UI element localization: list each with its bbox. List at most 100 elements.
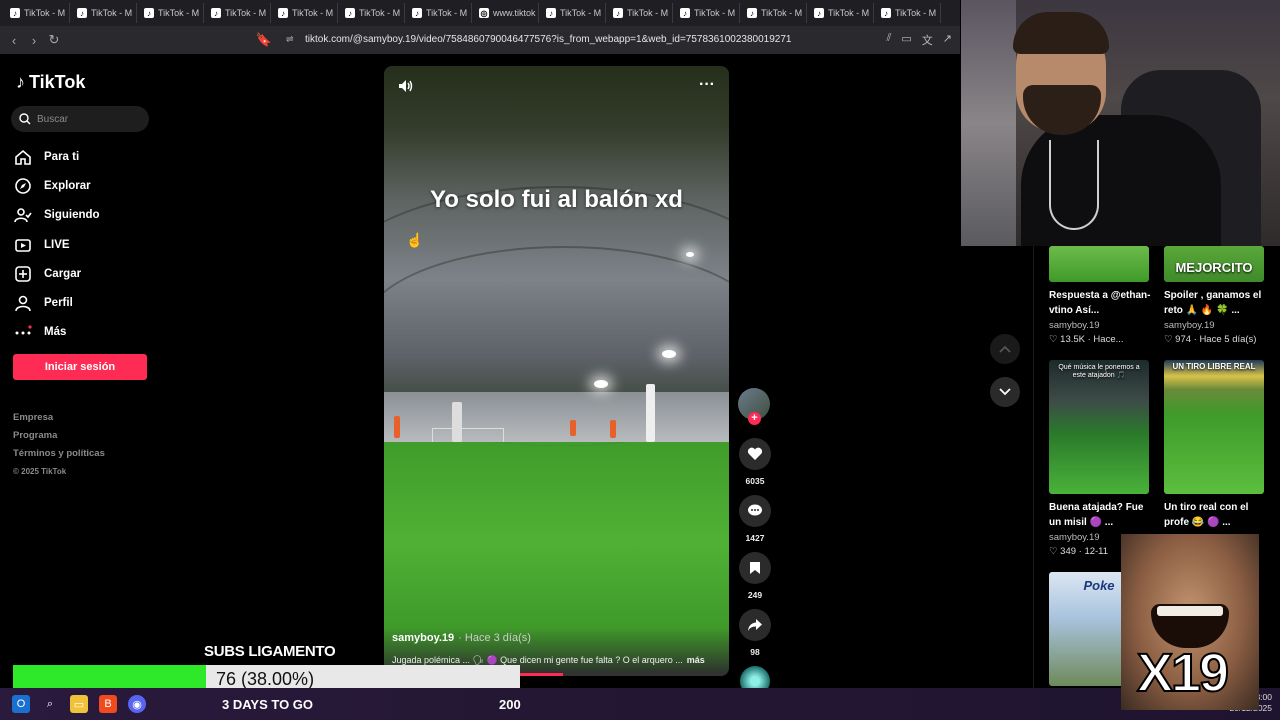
discord-icon[interactable]: ◉ [128, 695, 146, 713]
author-avatar[interactable]: + [738, 388, 770, 425]
reader-icon[interactable]: ⫽ [886, 32, 891, 48]
tab-label: TikTok - M [828, 8, 870, 18]
video-player[interactable]: ··· Yo solo fui al balón xd samyboy.19 · … [384, 66, 729, 676]
share-icon[interactable]: ↗ [943, 32, 952, 48]
browser-tab[interactable]: ♪ TikTok - M [4, 3, 70, 23]
browser-tab[interactable]: ♪ TikTok - M [71, 3, 137, 23]
tab-label: TikTok - M [91, 8, 133, 18]
upload-icon [14, 265, 32, 283]
browser-tab-strip: ♪ TikTok - M ♪ TikTok - M ♪ TikTok - M ♪ TikTok… [0, 0, 960, 26]
sidebar-item-cargar[interactable]: Cargar [14, 259, 100, 288]
recommended-video[interactable]: UN TIRO LIBRE REAL Un tiro real con el p… [1164, 360, 1266, 530]
video-user[interactable]: samyboy.19 [1164, 320, 1266, 331]
site-info-icon[interactable]: ⇌ [286, 34, 294, 45]
tab-label: TikTok - M [761, 8, 803, 18]
video-author[interactable]: samyboy.19 · Hace 3 día(s) [392, 632, 531, 644]
brave-icon[interactable]: B [99, 695, 117, 713]
browser-tab[interactable]: ♪ TikTok - M [741, 3, 807, 23]
more-icon [14, 323, 32, 341]
thumbnail-overlay-text: MEJORCITO [1175, 260, 1253, 275]
file-explorer-icon[interactable]: ▭ [70, 695, 88, 713]
tab-label: TikTok - M [158, 8, 200, 18]
video-thumbnail[interactable]: MEJORCITO [1164, 246, 1264, 282]
copyright: © 2025 TikTok [13, 467, 67, 476]
browser-tab[interactable]: ◎ www.tiktok [473, 3, 539, 23]
browser-tab[interactable]: ♪ TikTok - M [875, 3, 941, 23]
more-link[interactable]: más [687, 655, 705, 665]
profile-icon [14, 294, 32, 312]
recommended-video[interactable]: MEJORCITO Spoiler , ganamos el reto 🙏 🔥 … [1164, 246, 1266, 345]
follow-plus-icon[interactable]: + [748, 412, 761, 425]
forward-icon[interactable]: › [24, 30, 44, 50]
back-icon[interactable]: ‹ [4, 30, 24, 50]
tab-label: TikTok - M [895, 8, 937, 18]
address-bar: ‹ › ↻ 🔖 ⇌ tiktok.com/@samyboy.19/video/7… [0, 26, 960, 54]
browser-tab[interactable]: ♪ TikTok - M [674, 3, 740, 23]
recommended-video[interactable]: Qué música le ponemos a este atajadon 🎵 … [1049, 360, 1151, 557]
sidebar-item-explorar[interactable]: Explorar [14, 171, 100, 200]
sidebar-item-m-s[interactable]: Más [14, 318, 100, 347]
browser-tab[interactable]: ♪ TikTok - M [205, 3, 271, 23]
subs-goal-title: SUBS LIGAMENTO [204, 643, 336, 660]
sidebar-item-label: Cargar [44, 267, 82, 280]
sidebar-item-para-ti[interactable]: Para ti [14, 142, 100, 171]
reload-icon[interactable]: ↻ [44, 30, 64, 50]
volume-icon [399, 80, 413, 92]
video-title: Un tiro real con el profe 😂 🟣 ... [1164, 502, 1249, 528]
save-action[interactable]: 249 [738, 552, 772, 600]
meme-multiplier: X19 [1136, 642, 1230, 704]
volume-button[interactable] [398, 79, 414, 96]
comment-action[interactable]: 1427 [738, 495, 772, 543]
search-input[interactable]: Buscar [11, 106, 149, 132]
tab-label: TikTok - M [627, 8, 669, 18]
share-action[interactable]: 98 [738, 609, 772, 657]
video-thumbnail[interactable] [1049, 246, 1149, 282]
browser-tab[interactable]: ♪ TikTok - M [339, 3, 405, 23]
tab-label: TikTok - M [359, 8, 401, 18]
recommended-video[interactable]: Respuesta a @ethan-vtino Así... samyboy.… [1049, 246, 1151, 345]
video-thumbnail[interactable]: UN TIRO LIBRE REAL [1164, 360, 1264, 494]
more-options-icon[interactable]: ··· [699, 76, 715, 94]
footer-link-programa[interactable]: Programa [13, 427, 105, 445]
next-video-button[interactable] [990, 377, 1020, 407]
bookmark-icon[interactable]: 🔖 [254, 30, 274, 50]
like-action[interactable]: 6035 [738, 438, 772, 486]
url-field[interactable]: tiktok.com/@samyboy.19/video/75848607900… [305, 34, 791, 45]
comment-count: 1427 [745, 533, 765, 543]
sidebar-item-siguiendo[interactable]: Siguiendo [14, 201, 100, 230]
subs-goal-value: 76 (38.00%) [216, 669, 315, 689]
stadium-light [594, 380, 608, 388]
description-text: Jugada polémica ... 🗣 🟣 Que dicen mi gen… [392, 655, 683, 665]
video-thumbnail[interactable]: Qué música le ponemos a este atajadon 🎵 [1049, 360, 1149, 494]
video-stats: ♡ 974 · Hace 5 día(s) [1164, 334, 1257, 345]
player-figure [646, 384, 655, 442]
video-user[interactable]: samyboy.19 [1049, 320, 1151, 331]
outlook-icon[interactable]: O [12, 695, 30, 713]
tiktok-favicon-icon: ♪ [546, 8, 556, 18]
previous-video-button[interactable] [990, 334, 1020, 364]
author-name[interactable]: samyboy.19 [392, 632, 454, 644]
login-button[interactable]: Iniciar sesión [13, 354, 147, 380]
tiktok-favicon-icon: ♪ [144, 8, 154, 18]
video-actions: + 6035 1427 249 98 [738, 388, 772, 696]
tiktok-logo[interactable]: ♪ TikTok [16, 72, 85, 93]
video-title: Spoiler , ganamos el reto 🙏 🔥 🍀 ... [1164, 290, 1262, 316]
browser-tab[interactable]: ♪ TikTok - M [406, 3, 472, 23]
sidebar-item-perfil[interactable]: Perfil [14, 288, 100, 317]
browser-tab[interactable]: ♪ TikTok - M [607, 3, 673, 23]
search-icon[interactable]: ⌕ [41, 695, 59, 713]
browser-tab[interactable]: ♪ TikTok - M [808, 3, 874, 23]
address-bar-actions: ⫽ ▭ 文 ↗ [886, 32, 952, 48]
live-icon [14, 236, 32, 254]
footer-link-empresa[interactable]: Empresa [13, 409, 105, 427]
browser-tab[interactable]: ♪ TikTok - M [540, 3, 606, 23]
webcam-overlay [961, 0, 1280, 246]
browser-tab[interactable]: ♪ TikTok - M [272, 3, 338, 23]
footer-link-terms[interactable]: Términos y políticas [13, 445, 105, 463]
save-count: 249 [747, 590, 763, 600]
feed-navigation [990, 334, 1020, 420]
translate-icon[interactable]: 文 [922, 32, 933, 48]
sidebar-item-live[interactable]: LIVE [14, 230, 100, 259]
browser-tab[interactable]: ♪ TikTok - M [138, 3, 204, 23]
screenshot-icon[interactable]: ▭ [901, 32, 911, 48]
